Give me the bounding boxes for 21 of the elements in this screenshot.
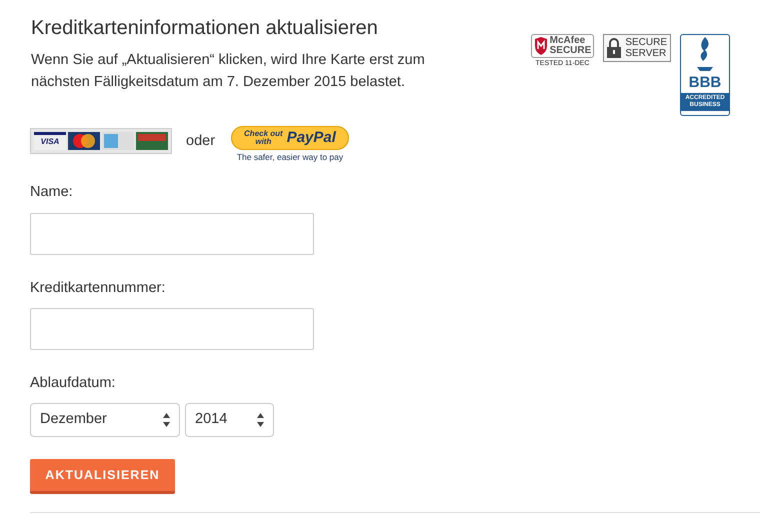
- updown-arrows-icon: [163, 413, 170, 427]
- field-label: Name:: [30, 182, 74, 202]
- month-select[interactable]: Dezember: [30, 403, 180, 437]
- badge-label: SECURE SERVER: [625, 37, 667, 59]
- visa-logo: VISA: [34, 132, 66, 150]
- mastercard-logo: [68, 132, 100, 150]
- input-field[interactable]: [30, 308, 314, 350]
- or-text: oder: [186, 132, 216, 151]
- badge-label: SECURE: [550, 46, 592, 56]
- intro-text: Wenn Sie auf „Aktualisieren“ klicken, wird Ihre Karte erst zum nächsten Fälligkeitsdatum am 7. Dezember 2015 belastet.: [31, 51, 426, 92]
- field-label: Ablaufdatum:: [30, 374, 116, 394]
- badge-brand: McAfee: [550, 36, 586, 46]
- input-field[interactable]: [30, 212, 314, 254]
- padlock-icon: [607, 38, 622, 58]
- page-title: Kreditkarteninformationen aktualisieren: [31, 16, 379, 41]
- field-label: Kreditkartennummer:: [30, 278, 166, 298]
- year-select[interactable]: 2014: [185, 403, 274, 437]
- paypal-tagline: The safer, easier way to pay: [236, 151, 344, 164]
- shield-icon: [534, 37, 548, 55]
- updown-arrows-icon: [257, 413, 264, 427]
- bbb-logo-text: BBB: [688, 75, 722, 91]
